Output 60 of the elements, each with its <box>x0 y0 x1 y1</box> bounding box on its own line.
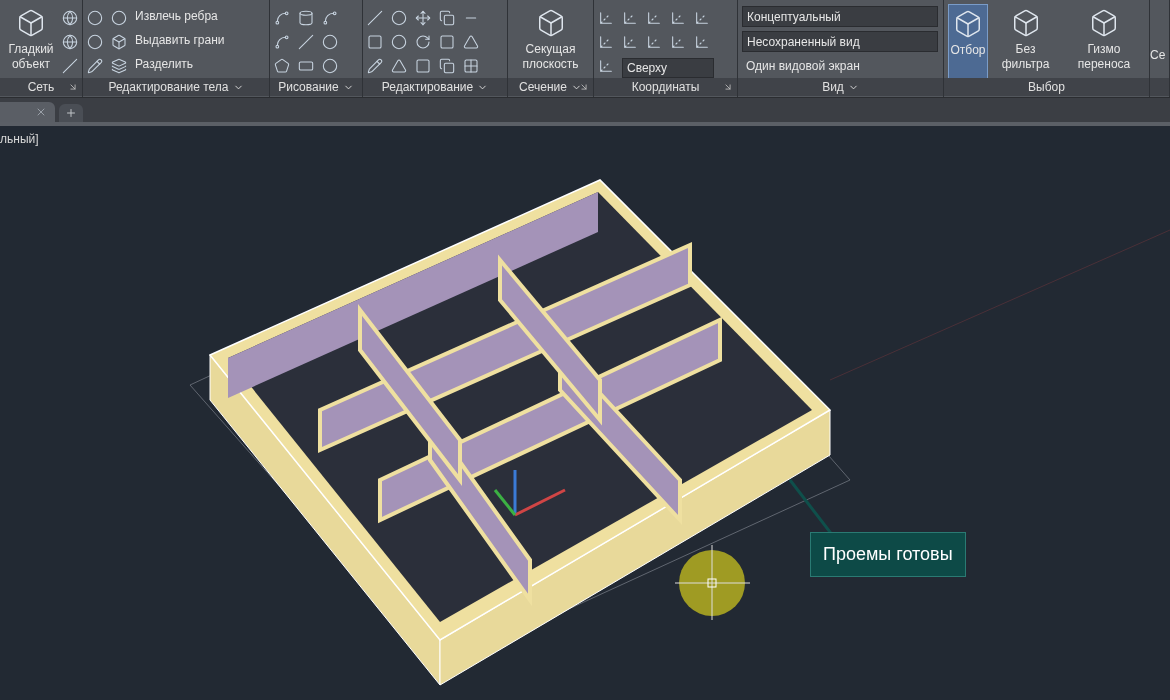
array-icon[interactable] <box>463 58 479 74</box>
rotate-icon[interactable] <box>415 34 431 50</box>
ribbon-large-button[interactable]: Секущая плоскость <box>512 4 589 80</box>
launcher-arrow-icon[interactable] <box>579 82 589 92</box>
ucs-icon[interactable] <box>646 10 662 26</box>
ribbon-large-button[interactable]: Гладкий объект <box>4 4 58 80</box>
ucs-icon[interactable] <box>646 34 662 50</box>
cube-icon <box>953 9 983 39</box>
arc-icon[interactable] <box>322 10 338 26</box>
copy-icon[interactable] <box>439 10 455 26</box>
ucs-icon[interactable] <box>598 10 614 26</box>
pencil-icon[interactable] <box>87 58 103 74</box>
panel-title[interactable]: Выбор <box>1028 78 1065 96</box>
view-dropdown[interactable]: Сверху <box>622 58 714 78</box>
ucs-icon[interactable] <box>622 34 638 50</box>
ucs-icon[interactable] <box>670 10 686 26</box>
rectangle-icon[interactable] <box>298 58 314 74</box>
ribbon-tool-button[interactable]: Разделить <box>131 54 229 74</box>
ribbon-large-button[interactable]: Гизмо переноса <box>1063 4 1145 80</box>
dropdown-field[interactable]: Концептуальный <box>742 6 938 27</box>
cursor-highlight-icon <box>674 544 751 621</box>
ribbon-tool-button[interactable]: Выдавить грани <box>131 30 229 50</box>
cube-icon <box>16 8 46 38</box>
panel-title[interactable]: Сечение <box>519 78 567 96</box>
callout-label: Проемы готовы <box>810 532 966 577</box>
viewport-label[interactable]: льный] <box>0 130 39 148</box>
ribbon-large-button[interactable]: Без фильтра <box>992 4 1060 80</box>
ucs-icon[interactable] <box>598 34 614 50</box>
dropdown-field[interactable]: Несохраненный вид <box>742 31 938 52</box>
ucs-icon[interactable] <box>694 10 710 26</box>
layers-icon[interactable] <box>111 58 127 74</box>
panel-title[interactable]: Редактирование <box>381 78 474 96</box>
panel-title[interactable]: Сеть <box>27 78 55 96</box>
ribbon-large-button[interactable]: Се <box>1150 4 1166 80</box>
panel-title[interactable]: Редактирование тела <box>108 78 229 96</box>
circle-icon[interactable] <box>322 34 338 50</box>
ucs-icon[interactable] <box>622 10 638 26</box>
ribbon-tool-button[interactable]: Один видовой экран <box>742 56 938 76</box>
cube-icon <box>1089 8 1119 38</box>
panel-title[interactable]: Рисование <box>278 78 339 96</box>
close-icon[interactable] <box>35 106 47 118</box>
ucs-icon[interactable] <box>694 34 710 50</box>
line-icon[interactable] <box>298 34 314 50</box>
ucs-axes-icon <box>493 470 566 517</box>
mesh-sphere-icon[interactable] <box>62 34 78 50</box>
plus-icon <box>65 107 77 119</box>
panel-title[interactable]: Координаты <box>631 78 700 96</box>
launcher-arrow-icon[interactable] <box>723 82 733 92</box>
ucs-icon[interactable] <box>598 58 614 74</box>
panel-title[interactable]: Вид <box>822 78 844 96</box>
launcher-arrow-icon[interactable] <box>68 82 78 92</box>
pentagon-icon[interactable] <box>274 58 290 74</box>
move-icon[interactable] <box>415 10 431 26</box>
mesh-sphere-icon[interactable] <box>62 10 78 26</box>
cylinder-icon[interactable] <box>298 10 314 26</box>
box-icon[interactable] <box>111 34 127 50</box>
ucs-icon[interactable] <box>670 34 686 50</box>
ribbon-large-button[interactable]: Отбор <box>948 4 988 80</box>
ribbon-tool-button[interactable]: Извлечь ребра <box>131 6 229 26</box>
new-tab-button[interactable] <box>59 104 83 122</box>
